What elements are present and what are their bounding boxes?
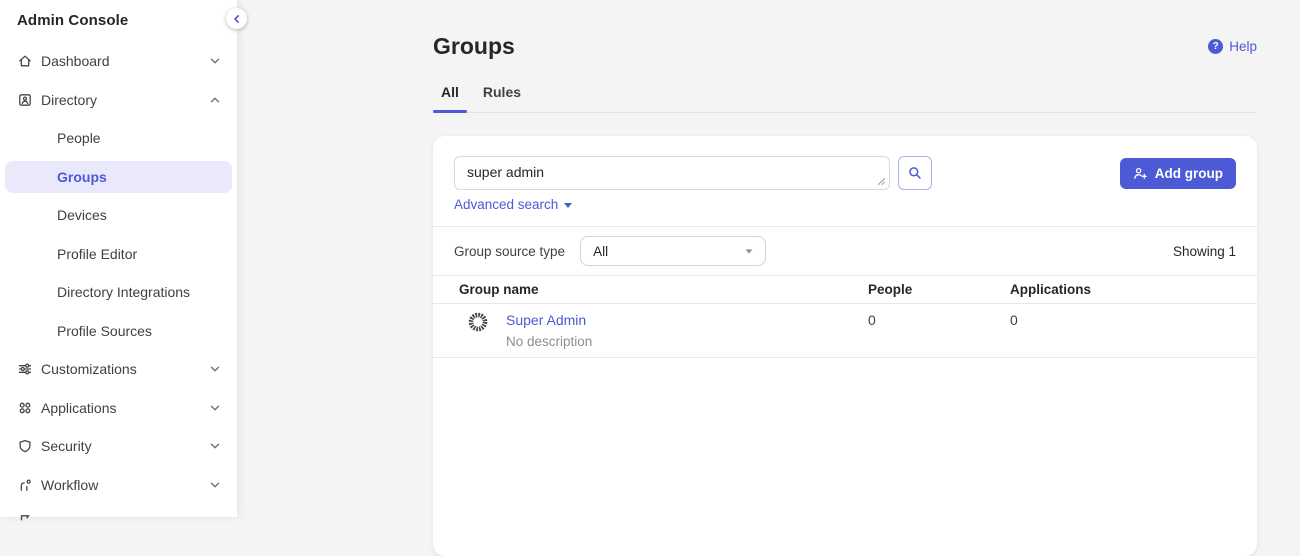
help-icon: ? — [1208, 39, 1223, 54]
sidebar-item-profile-sources[interactable]: Profile Sources — [0, 312, 237, 351]
sidebar-item-directory[interactable]: Directory — [0, 81, 237, 120]
chevron-down-icon — [209, 402, 221, 414]
sidebar-item-devices[interactable]: Devices — [0, 196, 237, 235]
chevron-up-icon — [209, 94, 221, 106]
sidebar-item-directory-integrations[interactable]: Directory Integrations — [0, 273, 237, 312]
column-applications: Applications — [1010, 282, 1236, 297]
help-label: Help — [1229, 39, 1257, 54]
sidebar-item-security[interactable]: Security — [0, 427, 237, 466]
sidebar-item-label: Devices — [57, 207, 107, 223]
app-title: Admin Console — [0, 0, 237, 29]
people-count: 0 — [868, 311, 1010, 350]
sidebar-item-label: Directory Integrations — [57, 284, 190, 300]
help-link[interactable]: ? Help — [1208, 39, 1257, 54]
sidebar-nav: Dashboard Directory People Groups Device… — [0, 42, 237, 543]
home-icon — [17, 53, 33, 69]
tab-bar: All Rules — [433, 83, 1257, 113]
sidebar-item-partial[interactable] — [0, 504, 237, 543]
tab-all[interactable]: All — [433, 83, 467, 112]
showing-count: Showing 1 — [1173, 244, 1236, 259]
search-button[interactable] — [898, 156, 932, 190]
table-header: Group name People Applications — [433, 276, 1257, 304]
sidebar-item-label: Dashboard — [41, 53, 110, 69]
partial-nav-icon — [17, 513, 33, 529]
search-icon — [907, 165, 923, 181]
group-name-link[interactable]: Super Admin — [506, 312, 586, 328]
sidebar-item-groups[interactable]: Groups — [5, 161, 232, 194]
group-search-field[interactable]: super admin — [454, 156, 890, 190]
chevron-down-icon — [209, 479, 221, 491]
sidebar-item-label: Directory — [41, 92, 97, 108]
add-group-label: Add group — [1155, 166, 1223, 181]
advanced-search-label: Advanced search — [454, 198, 558, 212]
sidebar-item-dashboard[interactable]: Dashboard — [0, 42, 237, 81]
group-description: No description — [506, 333, 592, 350]
sidebar-item-label: Workflow — [41, 477, 98, 493]
sidebar-item-label: Security — [41, 438, 92, 454]
column-people: People — [868, 282, 1010, 297]
sidebar-item-label: Groups — [57, 169, 107, 185]
group-source-type-select[interactable]: All — [580, 236, 766, 266]
sidebar-item-label: Applications — [41, 400, 117, 416]
shield-icon — [17, 438, 33, 454]
advanced-search-link[interactable]: Advanced search — [454, 198, 572, 212]
select-value: All — [593, 244, 608, 259]
chevron-down-icon — [209, 363, 221, 375]
sidebar-item-label: People — [57, 130, 101, 146]
chevron-left-icon — [231, 13, 243, 25]
group-sunburst-icon — [467, 311, 489, 333]
directory-icon — [17, 92, 33, 108]
applications-count: 0 — [1010, 311, 1236, 350]
group-source-type-label: Group source type — [454, 244, 565, 259]
person-plus-icon — [1133, 166, 1148, 181]
page-title: Groups — [433, 33, 515, 60]
sidebar-item-profile-editor[interactable]: Profile Editor — [0, 235, 237, 274]
sidebar-collapse-button[interactable] — [226, 8, 247, 29]
sliders-icon — [17, 361, 33, 377]
sidebar-item-applications[interactable]: Applications — [0, 389, 237, 428]
sidebar-item-label: Profile Sources — [57, 323, 152, 339]
caret-down-icon — [746, 249, 753, 253]
column-group-name: Group name — [454, 282, 868, 297]
main-content: Groups ? Help All Rules super admin Add … — [433, 0, 1257, 517]
chevron-down-icon — [209, 440, 221, 452]
sidebar-item-label: Customizations — [41, 361, 137, 377]
sidebar-item-people[interactable]: People — [0, 119, 237, 158]
caret-down-icon — [564, 203, 572, 208]
sidebar: Admin Console Dashboard Directory People… — [0, 0, 237, 517]
search-input[interactable]: super admin — [455, 157, 889, 189]
tab-rules[interactable]: Rules — [475, 83, 529, 112]
sidebar-item-workflow[interactable]: Workflow — [0, 466, 237, 505]
groups-card: super admin Add group Advanced search Gr… — [433, 136, 1257, 556]
apps-grid-icon — [17, 400, 33, 416]
workflow-icon — [17, 477, 33, 493]
table-row[interactable]: Super Admin No description 0 0 — [433, 304, 1257, 358]
add-group-button[interactable]: Add group — [1120, 158, 1236, 189]
chevron-down-icon — [209, 55, 221, 67]
sidebar-item-customizations[interactable]: Customizations — [0, 350, 237, 389]
sidebar-item-label: Profile Editor — [57, 246, 137, 262]
